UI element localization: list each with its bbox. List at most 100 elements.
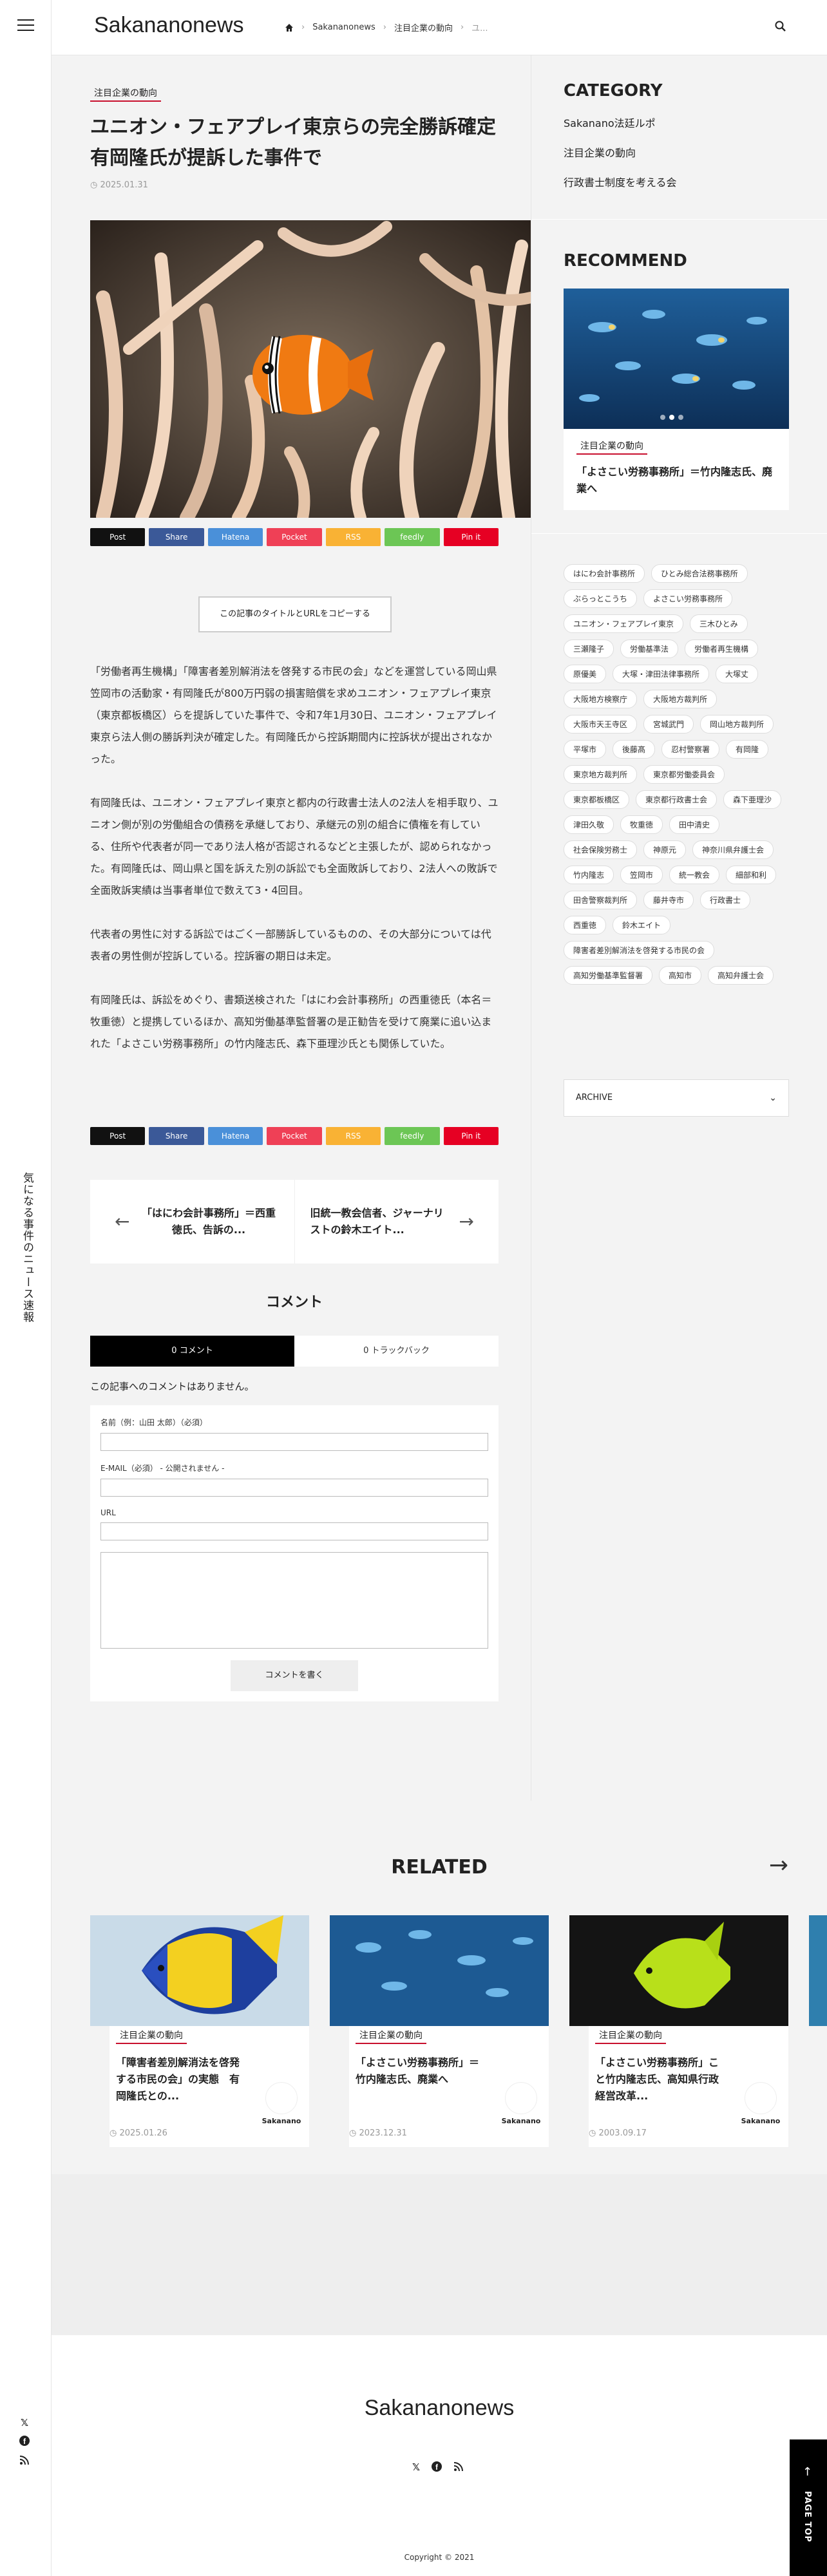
tag-link[interactable]: 津田久敬 — [564, 815, 614, 834]
tag-link[interactable]: 宮城武門 — [643, 715, 694, 734]
related-title[interactable]: 「障害者差別解消法を啓発する市民の会」の実態 有岡隆氏との... — [116, 2054, 245, 2105]
site-logo[interactable]: Sakananonews — [94, 13, 244, 38]
url-input[interactable] — [100, 1522, 488, 1540]
category-tag[interactable]: 注目企業の動向 — [90, 85, 161, 102]
tag-link[interactable]: 有岡隆 — [726, 740, 769, 759]
tag-link[interactable]: ユニオン・フェアプレイ東京 — [564, 614, 684, 633]
share-facebook-button[interactable]: Share — [149, 528, 204, 546]
tag-link[interactable]: 田中清史 — [669, 815, 720, 834]
related-card[interactable]: 注目企業の動向 「よさこい労務事務所」こと竹内隆志氏、高知県行政経営改革... … — [569, 1915, 788, 2147]
tag-link[interactable]: 高知労働基準監督署 — [564, 966, 653, 985]
category-tag[interactable]: 注目企業の動向 — [595, 2027, 666, 2044]
footer-logo[interactable]: Sakananonews — [52, 2396, 827, 2421]
tag-link[interactable]: 大塚丈 — [716, 665, 759, 683]
tag-link[interactable]: 細部和利 — [726, 866, 777, 884]
tag-link[interactable]: 西重徳 — [564, 916, 607, 934]
tag-link[interactable]: 鈴木エイト — [613, 916, 671, 934]
rss-icon[interactable] — [18, 2455, 31, 2468]
related-card[interactable]: 注目企業の動向 「障害者差別解消法を啓発する市民の会」の実態 有岡隆氏との...… — [90, 1915, 309, 2147]
share-feedly-button[interactable]: feedly — [385, 528, 440, 546]
tag-link[interactable]: 東京都労働委員会 — [643, 765, 725, 784]
tag-link[interactable]: 竹内隆志 — [564, 866, 614, 884]
prev-post-link[interactable]: ← 「はにわ会計事務所」＝西重徳氏、告訴の... — [90, 1180, 294, 1264]
share-pinterest-button[interactable]: Pin it — [443, 528, 499, 546]
related-image-partial[interactable] — [809, 1915, 827, 2026]
rss-icon[interactable] — [453, 2461, 464, 2474]
tag-link[interactable]: はにわ会計事務所 — [564, 564, 645, 583]
tag-link[interactable]: 労働基準法 — [620, 639, 679, 658]
share-rss-button[interactable]: RSS — [325, 528, 381, 546]
tag-link[interactable]: 労働者再生機構 — [685, 639, 759, 658]
category-link[interactable]: 注目企業の動向 — [564, 144, 677, 160]
category-tag[interactable]: 注目企業の動向 — [116, 2027, 187, 2044]
share-facebook-button[interactable]: Share — [149, 1127, 204, 1145]
tag-link[interactable]: ひとみ総合法務事務所 — [651, 564, 748, 583]
related-image[interactable] — [569, 1915, 788, 2026]
recommend-image[interactable] — [564, 289, 789, 429]
tag-link[interactable]: 高知市 — [659, 966, 702, 985]
tag-link[interactable]: 後藤髙 — [613, 740, 656, 759]
share-feedly-button[interactable]: feedly — [385, 1127, 440, 1145]
category-tag[interactable]: 注目企業の動向 — [576, 438, 647, 455]
tag-link[interactable]: 東京都板橋区 — [564, 790, 630, 809]
tag-link[interactable]: 藤井寺市 — [643, 891, 694, 909]
submit-comment-button[interactable]: コメントを書く — [231, 1660, 358, 1691]
tag-link[interactable]: 牧重徳 — [620, 815, 663, 834]
search-icon[interactable] — [774, 20, 787, 33]
comment-textarea[interactable] — [100, 1552, 488, 1649]
category-link[interactable]: Sakanano法廷ルポ — [564, 115, 677, 130]
archive-dropdown[interactable]: ARCHIVE ⌄ — [564, 1079, 789, 1117]
x-icon[interactable]: 𝕏 — [18, 2416, 31, 2429]
breadcrumb-item[interactable]: Sakananonews — [312, 23, 375, 32]
tag-link[interactable]: よさこい労務事務所 — [643, 589, 733, 608]
tag-link[interactable]: 行政書士 — [700, 891, 751, 909]
tag-link[interactable]: 統一教会 — [669, 866, 720, 884]
tab-comments[interactable]: 0 コメント — [90, 1336, 294, 1367]
next-post-link[interactable]: 旧統一教会信者、ジャーナリストの鈴木エイト... → — [294, 1180, 499, 1264]
related-card[interactable]: 注目企業の動向 「よさこい労務事務所」＝竹内隆志氏、廃業へ Sakanano ◷… — [330, 1915, 549, 2147]
tab-trackbacks[interactable]: 0 トラックバック — [294, 1336, 499, 1367]
category-link[interactable]: 行政書士制度を考える会 — [564, 174, 677, 189]
recommend-title[interactable]: 「よさこい労務事務所」＝竹内隆志氏、廃業へ — [576, 464, 776, 497]
tag-link[interactable]: 三木ひとみ — [690, 614, 748, 633]
related-title[interactable]: 「よさこい労務事務所」こと竹内隆志氏、高知県行政経営改革... — [595, 2054, 724, 2105]
tag-link[interactable]: 障害者差別解消法を啓発する市民の会 — [564, 941, 715, 960]
tag-link[interactable]: 東京地方裁判所 — [564, 765, 638, 784]
carousel-dots[interactable] — [660, 415, 683, 420]
share-pinterest-button[interactable]: Pin it — [443, 1127, 499, 1145]
share-x-button[interactable]: Post — [90, 1127, 146, 1145]
tag-link[interactable]: 大阪地方裁判所 — [643, 690, 718, 708]
copy-title-url-button[interactable]: この記事のタイトルとURLをコピーする — [198, 596, 392, 632]
tag-link[interactable]: 笠岡市 — [620, 866, 663, 884]
tag-link[interactable]: 東京都行政書士会 — [636, 790, 718, 809]
tag-link[interactable]: 神奈川県弁護士会 — [692, 840, 774, 859]
related-image[interactable] — [90, 1915, 309, 2026]
related-image[interactable] — [330, 1915, 549, 2026]
share-pocket-button[interactable]: Pocket — [267, 1127, 322, 1145]
tag-link[interactable]: ぶらっとこうち — [564, 589, 638, 608]
tag-link[interactable]: 大阪市天王寺区 — [564, 715, 638, 734]
share-rss-button[interactable]: RSS — [325, 1127, 381, 1145]
tag-link[interactable]: 高知弁護士会 — [708, 966, 774, 985]
facebook-icon[interactable]: f — [432, 2461, 442, 2474]
tag-link[interactable]: 平塚市 — [564, 740, 607, 759]
tag-link[interactable]: 岡山地方裁判所 — [700, 715, 774, 734]
tag-link[interactable]: 大塚・津田法律事務所 — [613, 665, 710, 683]
name-input[interactable] — [100, 1433, 488, 1451]
tag-link[interactable]: 田舎警察裁判所 — [564, 891, 638, 909]
tag-link[interactable]: 大阪地方検察庁 — [564, 690, 638, 708]
breadcrumb-item[interactable]: 注目企業の動向 — [394, 21, 453, 33]
email-input[interactable] — [100, 1479, 488, 1497]
tag-link[interactable]: 忍村警察署 — [661, 740, 720, 759]
tag-link[interactable]: 社会保険労務士 — [564, 840, 638, 859]
recommend-card[interactable]: 注目企業の動向 「よさこい労務事務所」＝竹内隆志氏、廃業へ — [564, 429, 789, 510]
x-icon[interactable]: 𝕏 — [412, 2461, 420, 2474]
menu-icon[interactable] — [17, 19, 34, 32]
page-top-button[interactable]: ↑ PAGE TOP — [790, 2439, 827, 2576]
tag-link[interactable]: 森下亜理沙 — [723, 790, 782, 809]
tag-link[interactable]: 三瀬隆子 — [564, 639, 614, 658]
home-icon[interactable] — [285, 23, 294, 32]
share-hatena-button[interactable]: Hatena — [207, 1127, 263, 1145]
arrow-right-icon[interactable]: → — [769, 1852, 788, 1879]
tag-link[interactable]: 原優美 — [564, 665, 607, 683]
